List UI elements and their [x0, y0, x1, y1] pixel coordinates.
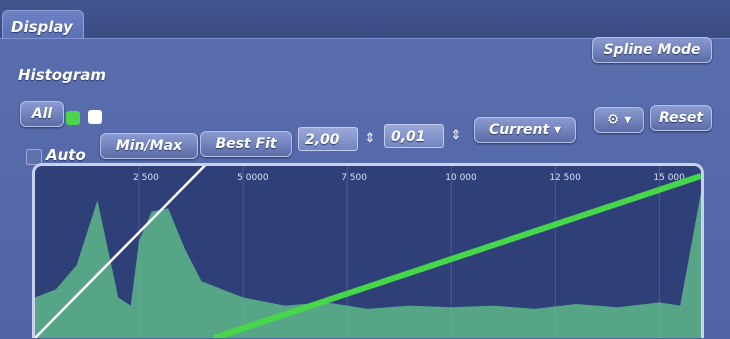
gamma-field[interactable]: 2,00 — [298, 127, 358, 151]
x-tick-label: 5 0000 — [237, 173, 269, 183]
tab-display[interactable]: Display — [2, 10, 84, 41]
x-tick-label: 10 000 — [445, 173, 477, 183]
histogram-title: Histogram — [18, 66, 106, 84]
histogram-area — [35, 192, 701, 338]
mode-select-value: Current — [488, 122, 550, 138]
chevron-down-icon: ▾ — [554, 122, 562, 138]
histogram-chart[interactable]: 2 500 5 0000 7 500 10 000 12 500 15 000 — [32, 163, 704, 338]
step-field[interactable]: 0,01 — [384, 124, 444, 148]
chevron-down-icon: ▾ — [624, 112, 632, 128]
spline-mode-button[interactable]: Spline Mode — [592, 37, 712, 63]
x-tick-label: 7 500 — [341, 173, 367, 183]
tab-bar: Display — [0, 0, 730, 41]
channel-all-button[interactable]: All — [20, 101, 64, 127]
best-fit-button[interactable]: Best Fit — [200, 131, 292, 157]
auto-label: Auto — [46, 146, 86, 164]
tab-display-label: Display — [11, 18, 73, 36]
gamma-stepper[interactable]: ⇕ — [362, 127, 378, 151]
mode-select[interactable]: Current ▾ — [474, 117, 576, 143]
channel-green-swatch[interactable] — [66, 111, 80, 125]
settings-menu-button[interactable]: ⚙ ▾ — [594, 107, 644, 133]
min-max-button[interactable]: Min/Max — [100, 133, 198, 159]
histogram-plot[interactable]: 2 500 5 0000 7 500 10 000 12 500 15 000 — [35, 166, 701, 338]
x-tick-label: 2 500 — [133, 173, 159, 183]
step-stepper[interactable]: ⇕ — [448, 124, 464, 148]
x-tick-label: 12 500 — [549, 173, 581, 183]
channel-white-swatch[interactable] — [88, 110, 102, 124]
gear-icon: ⚙ — [606, 112, 620, 128]
reset-button[interactable]: Reset — [650, 105, 712, 131]
